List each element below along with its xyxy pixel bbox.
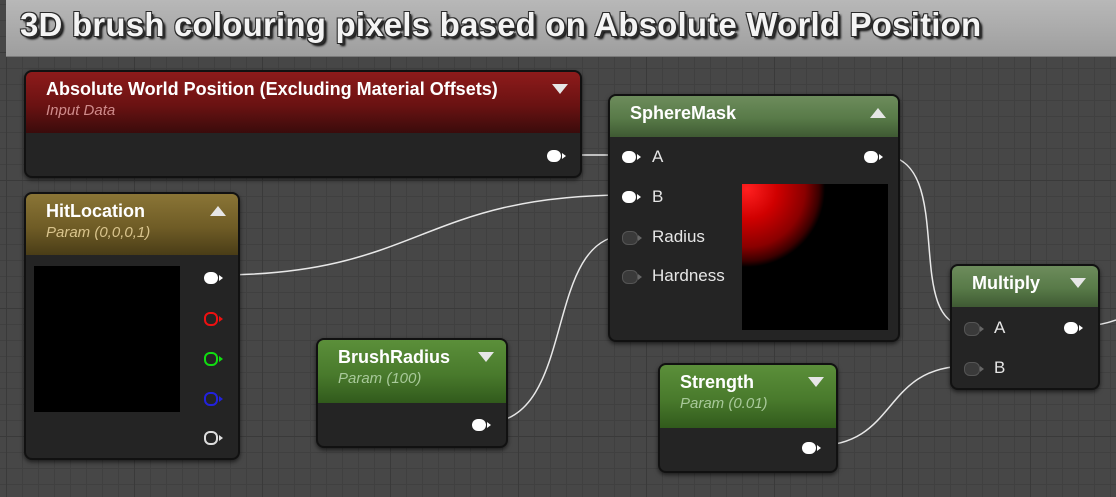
output-pin-rgba[interactable] bbox=[204, 272, 223, 284]
chevron-down-icon[interactable] bbox=[478, 352, 494, 362]
input-pin-hardness[interactable] bbox=[622, 270, 642, 284]
pin-label-radius: Radius bbox=[652, 227, 705, 246]
output-pin[interactable] bbox=[472, 419, 491, 431]
input-pin-a[interactable] bbox=[964, 322, 984, 336]
input-pin-a[interactable] bbox=[622, 151, 641, 163]
chevron-down-icon[interactable] bbox=[552, 84, 568, 94]
title-bar: 3D brush colouring pixels based on Absol… bbox=[6, 0, 1116, 57]
output-pin[interactable] bbox=[802, 442, 821, 454]
output-pin-a[interactable] bbox=[204, 431, 223, 445]
output-pin[interactable] bbox=[1064, 322, 1083, 334]
node-subtitle: Param (0,0,0,1) bbox=[46, 224, 151, 241]
node-header[interactable]: Strength Param (0.01) bbox=[660, 365, 836, 428]
input-pin-b[interactable] bbox=[622, 191, 641, 203]
output-pin[interactable] bbox=[864, 151, 883, 163]
input-pin-b[interactable] bbox=[964, 362, 984, 376]
node-subtitle: Param (100) bbox=[338, 370, 422, 387]
pin-label-b: B bbox=[652, 187, 664, 206]
node-absolute-world-position[interactable]: Absolute World Position (Excluding Mater… bbox=[24, 70, 582, 178]
chevron-up-icon[interactable] bbox=[870, 108, 886, 118]
input-pin-radius[interactable] bbox=[622, 231, 642, 245]
pin-label-hardness: Hardness bbox=[652, 266, 725, 285]
chevron-down-icon[interactable] bbox=[1070, 278, 1086, 288]
pin-label-a: A bbox=[994, 318, 1006, 337]
node-title: BrushRadius bbox=[338, 347, 451, 367]
output-pin-g[interactable] bbox=[204, 352, 223, 366]
node-title: HitLocation bbox=[46, 201, 145, 221]
wire-hitlocation-to-spheremask-b bbox=[217, 194, 629, 276]
sphere-preview bbox=[742, 184, 888, 330]
node-subtitle: Input Data bbox=[46, 102, 116, 119]
node-title: Multiply bbox=[972, 273, 1040, 293]
node-subtitle: Param (0.01) bbox=[680, 395, 768, 412]
node-header[interactable]: SphereMask bbox=[610, 96, 898, 137]
node-title: SphereMask bbox=[630, 103, 737, 123]
pin-label-b: B bbox=[994, 358, 1006, 377]
output-pin[interactable] bbox=[547, 150, 566, 162]
node-title: Absolute World Position (Excluding Mater… bbox=[46, 79, 498, 99]
node-header[interactable]: Absolute World Position (Excluding Mater… bbox=[26, 72, 580, 133]
node-header[interactable]: BrushRadius Param (100) bbox=[318, 340, 506, 403]
node-brush-radius[interactable]: BrushRadius Param (100) bbox=[316, 338, 508, 448]
node-title: Strength bbox=[680, 372, 754, 392]
page-title: 3D brush colouring pixels based on Absol… bbox=[20, 6, 982, 43]
node-header[interactable]: HitLocation Param (0,0,0,1) bbox=[26, 194, 238, 255]
color-preview bbox=[34, 266, 180, 412]
output-pin-b[interactable] bbox=[204, 392, 223, 406]
node-hit-location[interactable]: HitLocation Param (0,0,0,1) bbox=[24, 192, 240, 460]
output-pin-r[interactable] bbox=[204, 312, 223, 326]
node-sphere-mask[interactable]: SphereMask A B Radius Hardness bbox=[608, 94, 900, 342]
material-graph-canvas[interactable]: Absolute World Position (Excluding Mater… bbox=[0, 0, 1116, 497]
chevron-down-icon[interactable] bbox=[808, 377, 824, 387]
pin-label-a: A bbox=[652, 147, 664, 166]
node-strength[interactable]: Strength Param (0.01) bbox=[658, 363, 838, 473]
node-multiply[interactable]: Multiply A B bbox=[950, 264, 1100, 390]
node-header[interactable]: Multiply bbox=[952, 266, 1098, 307]
chevron-up-icon[interactable] bbox=[210, 206, 226, 216]
